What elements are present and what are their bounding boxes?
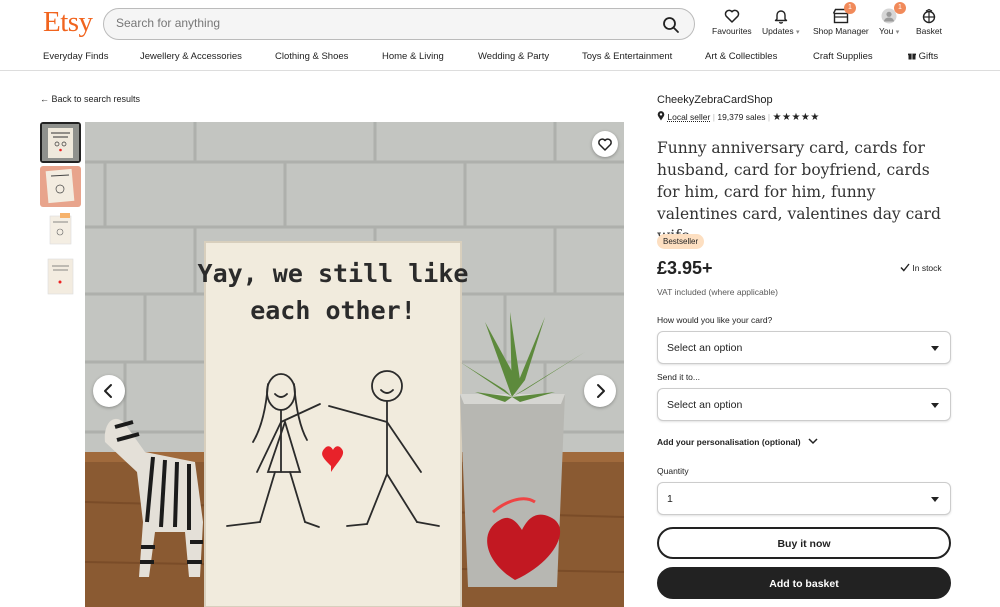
- thumbnail-image: [40, 256, 81, 297]
- category-gifts[interactable]: Gifts: [908, 51, 938, 62]
- quantity-select[interactable]: 1: [657, 482, 951, 515]
- thumbnail-1[interactable]: [40, 122, 81, 163]
- category-everyday-finds[interactable]: Everyday Finds: [43, 51, 108, 62]
- chevron-left-icon: [104, 384, 112, 398]
- shop-name[interactable]: CheekyZebraCardShop: [657, 94, 773, 106]
- quantity-label: Quantity: [657, 466, 689, 476]
- gift-icon: [908, 53, 916, 60]
- heart-icon: [598, 138, 612, 151]
- thumbnail-4[interactable]: [40, 256, 81, 297]
- star-rating: ★★★★★: [772, 112, 820, 123]
- site-header: Etsy Favourites Updates ▾ Shop Manager 1: [0, 0, 1000, 71]
- product-image: Yay, we still like each other!: [85, 122, 624, 607]
- send-to-value: Select an option: [667, 399, 743, 411]
- nav-updates[interactable]: Updates ▾: [762, 8, 800, 36]
- caret-down-icon: [931, 497, 939, 502]
- personalisation-toggle[interactable]: Add your personalisation (optional): [657, 437, 819, 447]
- nav-favourites-label: Favourites: [712, 26, 752, 36]
- nav-basket[interactable]: Basket: [916, 8, 942, 36]
- next-image-button[interactable]: [584, 375, 616, 407]
- nav-shop-manager-label: Shop Manager: [813, 26, 869, 36]
- chevron-down-icon: ▾: [895, 29, 900, 36]
- thumbnail-3[interactable]: [40, 210, 81, 251]
- product-photo: Yay, we still like each other!: [85, 122, 624, 607]
- shop-meta: Local seller | 19,379 sales | ★★★★★: [657, 111, 820, 123]
- caret-down-icon: [931, 403, 939, 408]
- category-wedding-party[interactable]: Wedding & Party: [478, 51, 549, 62]
- card-option-label: How would you like your card?: [657, 315, 773, 325]
- vat-note: VAT included (where applicable): [657, 287, 778, 297]
- category-clothing[interactable]: Clothing & Shoes: [275, 51, 348, 62]
- buy-it-now-button[interactable]: Buy it now: [657, 527, 951, 559]
- stock-label: In stock: [912, 263, 942, 273]
- arrow-left-icon: ←: [40, 94, 49, 104]
- etsy-logo[interactable]: Etsy: [43, 6, 93, 39]
- bell-icon: [774, 10, 787, 24]
- listing-title: Funny anniversary card, cards for husban…: [657, 139, 941, 245]
- thumbnail-image: [40, 210, 81, 251]
- thumbnail-image: [42, 124, 79, 161]
- bestseller-badge: Bestseller: [657, 234, 705, 249]
- shop-manager-badge: 1: [844, 2, 856, 14]
- you-badge: 1: [894, 2, 906, 14]
- sales-count: 19,379 sales: [717, 112, 766, 122]
- heart-icon: [724, 9, 740, 23]
- chevron-right-icon: [597, 384, 605, 398]
- nav-you[interactable]: You ▾ 1: [879, 2, 906, 36]
- chevron-down-icon: [808, 438, 818, 445]
- nav-you-label: You: [879, 26, 894, 36]
- category-jewellery[interactable]: Jewellery & Accessories: [140, 51, 242, 62]
- category-nav: Everyday Finds Jewellery & Accessories C…: [0, 49, 1000, 65]
- card-option-value: Select an option: [667, 342, 743, 354]
- thumbnail-image: [40, 166, 81, 207]
- back-to-search-link[interactable]: ← Back to search results: [40, 94, 140, 104]
- category-toys[interactable]: Toys & Entertainment: [582, 51, 672, 62]
- basket-icon: [922, 8, 936, 24]
- favourite-button[interactable]: [592, 131, 618, 157]
- price: £3.95+: [657, 258, 713, 278]
- add-to-basket-button[interactable]: Add to basket: [657, 567, 951, 599]
- previous-image-button[interactable]: [93, 375, 125, 407]
- category-art[interactable]: Art & Collectibles: [705, 51, 777, 62]
- search-input[interactable]: [116, 16, 646, 30]
- personalisation-label: Add your personalisation (optional): [657, 437, 801, 447]
- search-bar[interactable]: [103, 8, 695, 40]
- card-text-line2: each other!: [250, 296, 416, 325]
- nav-basket-label: Basket: [916, 26, 942, 36]
- nav-favourites[interactable]: Favourites: [712, 8, 752, 36]
- caret-down-icon: [931, 346, 939, 351]
- chevron-down-icon: ▾: [796, 29, 800, 36]
- check-icon: [900, 263, 910, 272]
- local-seller-link[interactable]: Local seller: [667, 112, 710, 122]
- search-icon[interactable]: [662, 16, 680, 34]
- thumbnail-2[interactable]: [40, 166, 81, 207]
- back-link-label: Back to search results: [51, 94, 141, 104]
- card-option-select[interactable]: Select an option: [657, 331, 951, 364]
- quantity-value: 1: [667, 493, 673, 505]
- category-craft[interactable]: Craft Supplies: [813, 51, 873, 62]
- location-pin-icon: [657, 111, 665, 121]
- nav-updates-label: Updates: [762, 26, 794, 36]
- send-to-label: Send it to...: [657, 372, 700, 382]
- category-home-living[interactable]: Home & Living: [382, 51, 444, 62]
- card-text-line1: Yay, we still like: [198, 259, 469, 288]
- send-to-select[interactable]: Select an option: [657, 388, 951, 421]
- nav-shop-manager[interactable]: Shop Manager 1: [813, 2, 869, 36]
- stock-status: In stock: [900, 263, 942, 273]
- category-gifts-label: Gifts: [918, 51, 939, 62]
